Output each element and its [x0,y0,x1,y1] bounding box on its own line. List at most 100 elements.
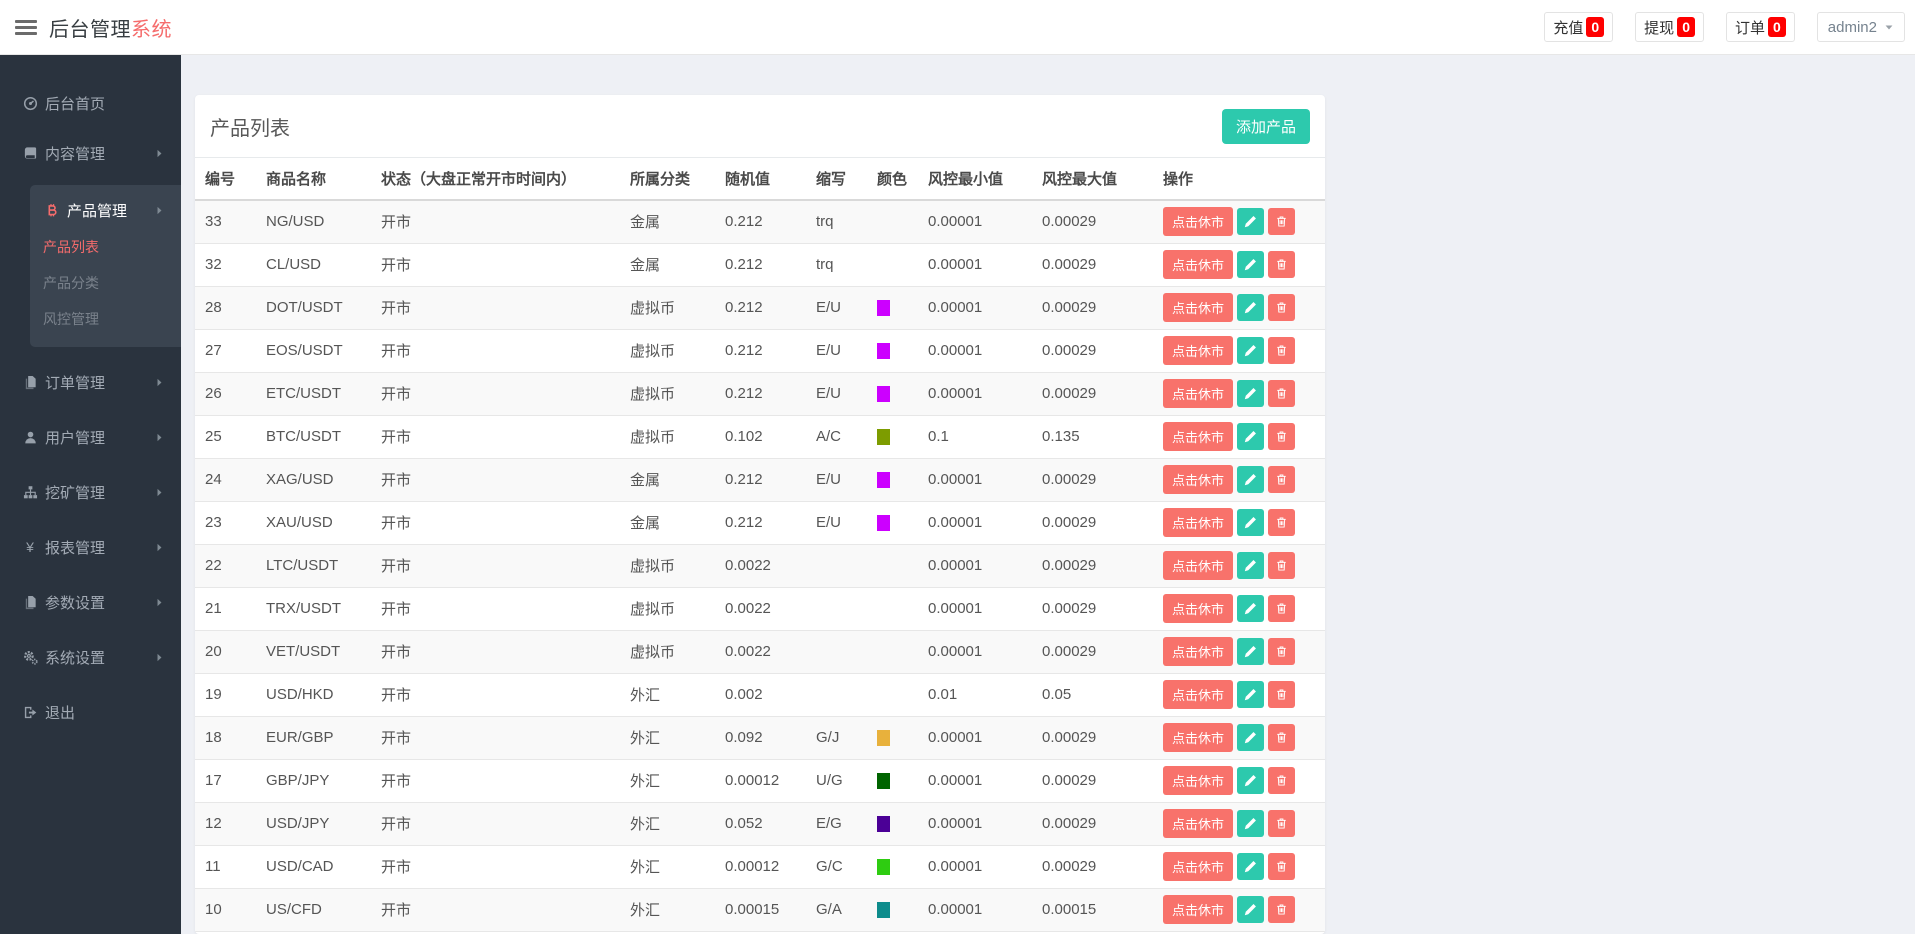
delete-button[interactable] [1268,595,1296,622]
close-market-button[interactable]: 点击休市 [1163,723,1234,752]
sidebar-item-system[interactable]: 系统设置 [0,642,181,672]
hamburger-menu-icon[interactable] [15,17,37,38]
delete-button[interactable] [1268,853,1296,880]
trash-icon [1275,387,1288,400]
sidebar-item-order[interactable]: 订单管理 [0,367,181,397]
close-market-button[interactable]: 点击休市 [1163,852,1234,881]
recharge-button[interactable]: 充值 0 [1544,12,1614,42]
sidebar-item-params[interactable]: 参数设置 [0,587,181,617]
actions-cell: 点击休市 [1153,501,1325,545]
actions-cell: 点击休市 [1153,845,1325,889]
pencil-icon [1244,731,1257,744]
close-market-button[interactable]: 点击休市 [1163,465,1234,494]
risk-max-value: 0.00029 [1032,630,1153,674]
trash-icon [1275,645,1288,658]
trash-icon [1275,215,1288,228]
add-product-button[interactable]: 添加产品 [1221,108,1310,144]
color-cell [867,458,918,502]
edit-button[interactable] [1237,681,1265,708]
delete-button[interactable] [1268,767,1296,794]
delete-button[interactable] [1268,294,1296,321]
close-market-button[interactable]: 点击休市 [1163,551,1234,580]
close-market-button[interactable]: 点击休市 [1163,422,1234,451]
close-market-button[interactable]: 点击休市 [1163,766,1234,795]
actions-cell: 点击休市 [1153,544,1325,588]
delete-button[interactable] [1268,638,1296,665]
close-market-button[interactable]: 点击休市 [1163,680,1234,709]
delete-button[interactable] [1268,380,1296,407]
delete-button[interactable] [1268,423,1296,450]
delete-button[interactable] [1268,337,1296,364]
edit-button[interactable] [1237,251,1265,278]
sidebar-item-content[interactable]: 内容管理 [0,138,181,168]
close-market-button[interactable]: 点击休市 [1163,637,1234,666]
sidebar-item-label: 退出 [45,704,76,722]
risk-min-value: 0.00001 [918,587,1032,631]
pencil-icon [1244,688,1257,701]
close-market-button[interactable]: 点击休市 [1163,250,1234,279]
sidebar-subitem-product-list[interactable]: 产品列表 [30,233,181,261]
edit-button[interactable] [1237,896,1265,923]
edit-button[interactable] [1237,337,1265,364]
withdraw-button[interactable]: 提现 0 [1635,12,1704,42]
delete-button[interactable] [1268,251,1296,278]
table-row: 33 NG/USD 开市 金属 0.212 trq 0.00001 0.00029 点击休市 [195,200,1325,244]
close-market-button[interactable]: 点击休市 [1163,336,1234,365]
close-market-button[interactable]: 点击休市 [1163,293,1234,322]
actions-cell: 点击休市 [1153,286,1325,330]
delete-button[interactable] [1268,509,1296,536]
edit-button[interactable] [1237,767,1265,794]
delete-button[interactable] [1268,896,1296,923]
random-value: 0.0022 [715,587,806,631]
dashboard-icon [22,96,38,111]
sidebar-item-dashboard[interactable]: 后台首页 [0,88,181,118]
edit-button[interactable] [1237,380,1265,407]
column-header-2: 状态（大盘正常开市时间内） [371,158,620,201]
sidebar-subitem-risk-control[interactable]: 风控管理 [30,305,181,333]
color-swatch [877,816,890,833]
close-market-button[interactable]: 点击休市 [1163,809,1234,838]
pencil-icon [1244,559,1257,572]
color-swatch [877,429,890,446]
close-market-button[interactable]: 点击休市 [1163,508,1234,537]
category: 虚拟币 [620,372,715,416]
delete-button[interactable] [1268,810,1296,837]
delete-button[interactable] [1268,681,1296,708]
category: 虚拟币 [620,544,715,588]
delete-button[interactable] [1268,208,1296,236]
abbreviation: E/U [806,458,867,502]
close-market-button[interactable]: 点击休市 [1163,895,1234,924]
sidebar-item-user[interactable]: 用户管理 [0,422,181,452]
delete-button[interactable] [1268,466,1296,493]
color-cell [867,544,918,588]
edit-button[interactable] [1237,466,1265,493]
sidebar-item-mining[interactable]: 挖矿管理 [0,477,181,507]
edit-button[interactable] [1237,423,1265,450]
orders-button[interactable]: 订单 0 [1725,12,1795,42]
delete-button[interactable] [1268,724,1296,751]
close-market-button[interactable]: 点击休市 [1163,207,1234,237]
random-value: 0.212 [715,501,806,545]
edit-button[interactable] [1237,638,1265,665]
table-row: 32 CL/USD 开市 金属 0.212 trq 0.00001 0.00029 点击休市 [195,243,1325,287]
delete-button[interactable] [1268,552,1296,579]
edit-button[interactable] [1237,509,1265,536]
edit-button[interactable] [1237,853,1265,880]
edit-button[interactable] [1237,294,1265,321]
user-menu-button[interactable]: admin2 [1816,12,1905,42]
actions-cell: 点击休市 [1153,243,1325,287]
sidebar-item-product[interactable]: 产品管理 [22,195,181,225]
sidebar-item-logout[interactable]: 退出 [0,697,181,727]
close-market-button[interactable]: 点击休市 [1163,379,1234,408]
edit-button[interactable] [1237,552,1265,579]
risk-max-value: 0.05 [1032,673,1153,717]
edit-button[interactable] [1237,810,1265,837]
sidebar-item-report[interactable]: ¥ 报表管理 [0,532,181,562]
edit-button[interactable] [1237,208,1265,236]
abbreviation: E/U [806,286,867,330]
risk-min-value: 0.00001 [918,544,1032,588]
close-market-button[interactable]: 点击休市 [1163,594,1234,623]
sidebar-subitem-product-category[interactable]: 产品分类 [30,269,181,297]
edit-button[interactable] [1237,595,1265,622]
edit-button[interactable] [1237,724,1265,751]
